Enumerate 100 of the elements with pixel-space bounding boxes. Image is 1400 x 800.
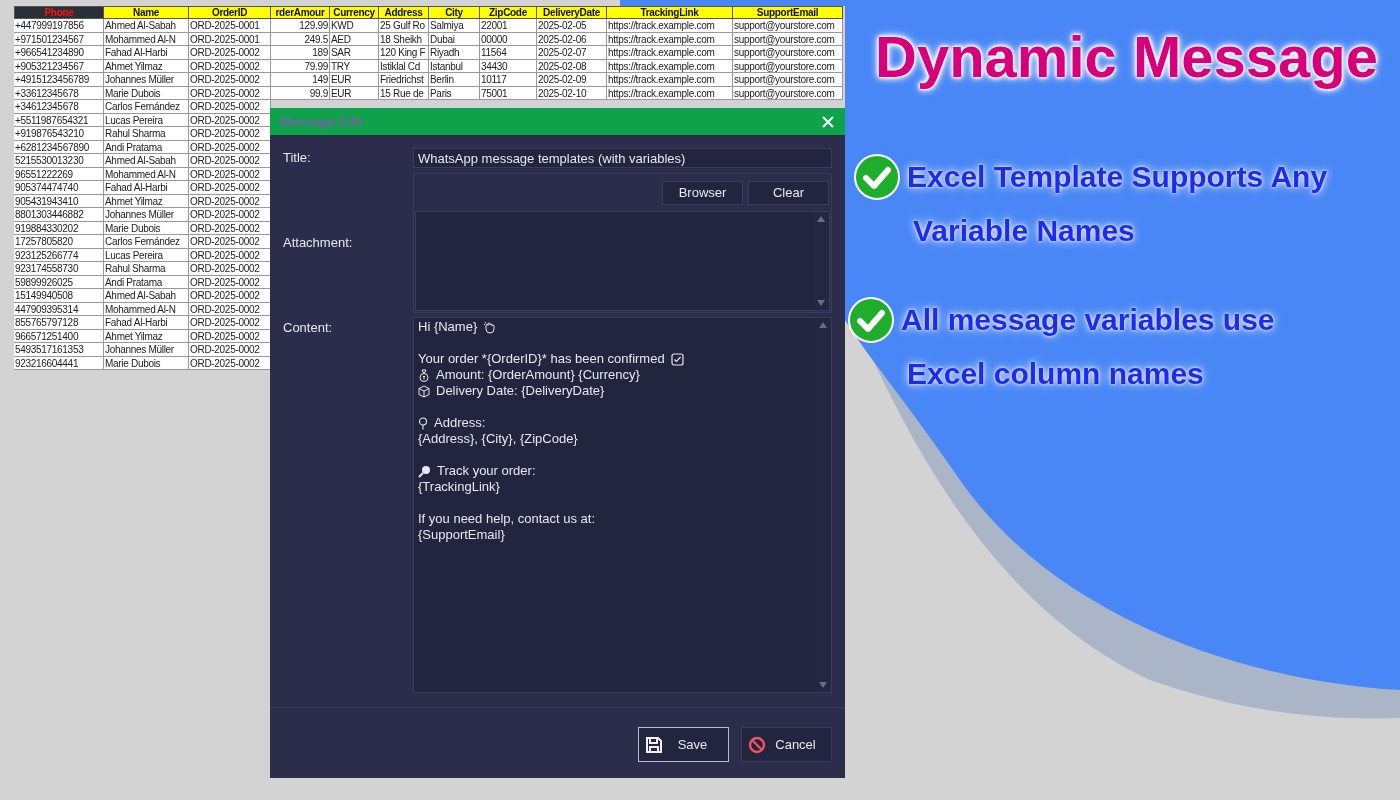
column-header: Address	[379, 6, 429, 19]
table-cell: support@yourstore.com	[733, 46, 843, 60]
table-cell: Berlin	[429, 73, 480, 87]
table-cell: KWD	[330, 19, 379, 33]
feature-text: All message variables use	[901, 302, 1275, 338]
table-cell: +919876543210	[14, 127, 104, 141]
scroll-down-icon[interactable]	[819, 682, 827, 688]
table-cell: 149	[271, 73, 330, 87]
feature-text: Excel column names	[907, 356, 1205, 392]
table-cell: 189	[271, 46, 330, 60]
feature-text: Variable Names	[913, 213, 1136, 249]
table-cell: 17257805820	[14, 235, 104, 249]
table-cell: Fahad Al-Harbi	[104, 181, 189, 195]
table-cell: +447999197856	[14, 19, 104, 33]
scroll-down-icon[interactable]	[817, 300, 825, 306]
table-cell: +4915123456789	[14, 73, 104, 87]
check-icon	[853, 153, 901, 201]
table-cell: https://track.example.com	[607, 46, 733, 60]
field-label: Content:	[283, 319, 334, 337]
panel-button[interactable]: Clear	[748, 180, 829, 205]
column-header: DeliveryDate	[537, 6, 607, 19]
close-icon[interactable]	[821, 114, 835, 129]
field-label: Attachment:	[283, 234, 354, 253]
message-line: Your order *{OrderID}* has been confirmed	[418, 351, 665, 367]
column-header: ZipCode	[480, 6, 537, 19]
table-cell: Johannes Müller	[104, 73, 189, 87]
table-cell: 10117	[480, 73, 537, 87]
table-cell: ORD-2025-0002	[189, 73, 271, 87]
message-line: If you need help, contact us at:	[418, 511, 596, 527]
scroll-up-icon[interactable]	[817, 216, 825, 222]
table-cell: ORD-2025-0001	[189, 19, 271, 33]
message-line: Track your order:	[437, 463, 536, 479]
table-cell: 15149940508	[14, 289, 104, 303]
table-cell: 120 King F	[379, 46, 429, 60]
table-cell: 2025-02-07	[537, 46, 607, 60]
feature-text: Excel Template Supports Any	[907, 159, 1328, 195]
table-cell: ORD-2025-0002	[189, 181, 271, 195]
table-cell: Friedrichst	[379, 73, 429, 87]
check-icon	[847, 296, 895, 344]
column-header: Name	[104, 6, 189, 19]
table-cell: +34612345678	[14, 100, 104, 114]
scroll-up-icon[interactable]	[819, 322, 827, 328]
table-cell: ORD-2025-0002	[189, 343, 271, 357]
table-cell: +966541234890	[14, 46, 104, 60]
column-header: Currency	[330, 6, 379, 19]
table-cell: 22001	[480, 19, 537, 33]
money-bag-icon	[418, 368, 430, 382]
table-cell: Carlos Fernández	[104, 235, 189, 249]
field-label: Title:	[283, 149, 312, 168]
table-cell: ORD-2025-0002	[189, 100, 271, 114]
table-cell: ORD-2025-0002	[189, 289, 271, 303]
table-cell: Fahad Al-Harbi	[104, 316, 189, 330]
table-cell: Ahmed Al-Sabah	[104, 154, 189, 168]
table-cell: 905374474740	[14, 181, 104, 195]
table-cell: 11564	[480, 46, 537, 60]
table-cell: https://track.example.com	[607, 19, 733, 33]
save-button[interactable]: Save	[638, 727, 729, 762]
headline: Dynamic Message	[875, 23, 1378, 91]
table-cell: Johannes Müller	[104, 343, 189, 357]
column-header: OrderID	[189, 6, 271, 19]
cancel-button[interactable]: Cancel	[741, 727, 832, 762]
hand-icon	[483, 320, 497, 334]
table-cell: support@yourstore.com	[733, 73, 843, 87]
table-cell: Johannes Müller	[104, 208, 189, 222]
magnifier-icon	[418, 464, 431, 478]
cancel-icon	[748, 735, 766, 754]
checkbox-icon	[670, 352, 684, 366]
table-cell: ORD-2025-0002	[189, 262, 271, 276]
message-line: {SupportEmail}	[418, 527, 505, 543]
table-cell: Carlos Fernández	[104, 100, 189, 114]
message-line: Address:	[434, 415, 486, 431]
table-cell: ORD-2025-0002	[189, 208, 271, 222]
table-cell: ORD-2025-0002	[189, 235, 271, 249]
table-cell: 2025-02-09	[537, 73, 607, 87]
table-cell: Ahmed Al-Sabah	[104, 289, 189, 303]
table-cell: Salmiya	[429, 19, 480, 33]
table-cell: Rahul Sharma	[104, 262, 189, 276]
message-line: Delivery Date: {DeliveryDate}	[436, 383, 605, 399]
table-cell: support@yourstore.com	[733, 19, 843, 33]
table-cell: ORD-2025-0002	[189, 154, 271, 168]
table-cell: Ahmed Al-Sabah	[104, 19, 189, 33]
message-line: {Address}, {City}, {ZipCode}	[418, 431, 578, 447]
table-cell: ORD-2025-0002	[189, 316, 271, 330]
table-cell: Rahul Sharma	[104, 127, 189, 141]
panel-button[interactable]: Browser	[662, 180, 743, 205]
table-cell: 2025-02-05	[537, 19, 607, 33]
table-cell: https://track.example.com	[607, 73, 733, 87]
table-cell: ORD-2025-0002	[189, 46, 271, 60]
column-header: Phone	[14, 6, 104, 19]
table-cell: ORD-2025-0002	[189, 127, 271, 141]
table-cell: 5493517161353	[14, 343, 104, 357]
table-cell: 923174558730	[14, 262, 104, 276]
table-cell: Fahad Al-Harbi	[104, 46, 189, 60]
content-field[interactable]	[413, 317, 832, 693]
table-cell: 25 Gulf Ro	[379, 19, 429, 33]
table-cell: 855765797128	[14, 316, 104, 330]
table-cell: Riyadh	[429, 46, 480, 60]
title-field[interactable]: WhatsApp message templates (with variables)	[413, 148, 832, 168]
table-cell: 129.99	[271, 19, 330, 33]
window-title: Message Edit	[280, 112, 364, 131]
